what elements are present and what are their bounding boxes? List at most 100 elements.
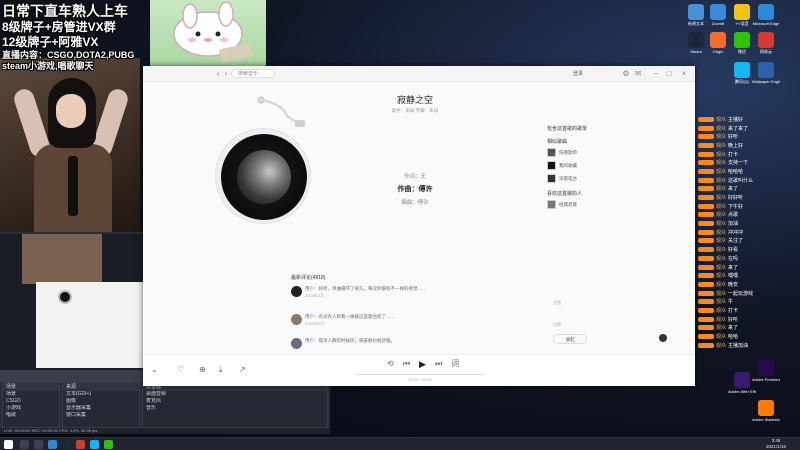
desktop-icon[interactable]: Adobe Premiere xyxy=(752,360,780,388)
obs-source-item[interactable]: 窗口采集 xyxy=(63,412,139,419)
qq-icon xyxy=(734,62,750,78)
desktop-icon[interactable]: Wallpaper Engine xyxy=(752,62,780,90)
desktop-icon-label: Microsoft Edge xyxy=(752,21,780,26)
chat-message: 观众 哈哈 xyxy=(698,332,800,341)
chat-text: 这歌叫什么 xyxy=(728,177,754,184)
chat-message: 观众 下午好 xyxy=(698,202,800,211)
chat-text: 来了 xyxy=(728,325,739,332)
obs-preview-webcam xyxy=(22,234,102,284)
close-icon[interactable]: × xyxy=(679,69,689,79)
zoom-icon xyxy=(710,4,726,20)
obs-source-item[interactable]: 文本(GDI+) xyxy=(63,391,139,398)
minimize-icon[interactable]: – xyxy=(651,69,661,79)
side-panel-item[interactable]: 经典老歌 xyxy=(547,198,657,211)
fan-badge-icon xyxy=(698,342,714,348)
fan-badge-icon xyxy=(698,307,714,313)
progress-track[interactable] xyxy=(355,374,485,375)
taskbar-item[interactable] xyxy=(34,440,43,449)
fan-badge-icon xyxy=(698,168,714,174)
chat-username: 观众 xyxy=(716,247,727,254)
chat-text: 点歌 xyxy=(728,212,739,219)
obs-mixer-track[interactable]: 麦克风 xyxy=(143,398,327,405)
collapse-chevron-icon[interactable]: ⌄ xyxy=(151,365,158,375)
chat-username: 观众 xyxy=(716,151,727,158)
desktop-icon[interactable]: 网易云 xyxy=(752,32,780,60)
download-icon[interactable]: ⤓ xyxy=(219,365,223,375)
playlist-thumb xyxy=(547,148,556,157)
lyrics-icon[interactable]: 词 xyxy=(451,359,459,369)
obs-mixer-track[interactable]: 桌面音频 xyxy=(143,391,327,398)
obs-source-item[interactable]: 显示器采集 xyxy=(63,405,139,412)
chat-text: 晚上好 xyxy=(728,142,744,149)
search-input[interactable]: 搜索音乐 xyxy=(231,69,275,78)
chat-message: 观众 在吗 xyxy=(698,254,800,263)
avatar[interactable] xyxy=(291,314,302,325)
user-avatar-icon[interactable] xyxy=(659,334,667,342)
add-icon[interactable]: ⊕ xyxy=(199,365,206,375)
chat-message: 观众 来了 xyxy=(698,185,800,194)
desktop-icon[interactable]: Adobe After Effects 2020 xyxy=(728,372,756,400)
desktop-icon[interactable]: Adobe Illustrator xyxy=(752,400,780,428)
comment-author[interactable]: 用户 xyxy=(305,338,314,343)
netease-music-icon xyxy=(758,32,774,48)
fan-badge-icon xyxy=(698,142,714,148)
wallpaper-engine-icon xyxy=(758,62,774,78)
obs-mixer-track[interactable]: 音乐 xyxy=(143,405,327,412)
side-panel-item[interactable]: 深夜电台 xyxy=(547,172,657,185)
next-icon[interactable]: ⏭ xyxy=(435,359,442,369)
taskbar-item[interactable] xyxy=(90,440,99,449)
taskbar-item[interactable] xyxy=(76,440,85,449)
comment-stats[interactable]: 点赞 xyxy=(553,322,561,328)
maximize-icon[interactable]: □ xyxy=(664,69,674,79)
collapse-button[interactable]: 收起 xyxy=(553,334,587,344)
origin-icon xyxy=(710,32,726,48)
obs-scene-item[interactable]: 小游戏 xyxy=(3,405,59,412)
fan-badge-icon xyxy=(698,247,714,253)
forward-arrow-icon[interactable]: › xyxy=(221,69,231,79)
chat-username: 观众 xyxy=(716,238,727,245)
like-icon[interactable]: ♡ xyxy=(177,365,184,375)
chat-username: 观众 xyxy=(716,134,727,141)
comment-author[interactable]: 用户 xyxy=(305,314,314,319)
obs-scene-item[interactable]: 唱歌 xyxy=(3,412,59,419)
taskbar-clock[interactable]: 3:46 2021/1/16 xyxy=(752,438,800,450)
comment-author[interactable]: 用户 xyxy=(305,286,314,291)
mail-icon[interactable]: ✉ xyxy=(633,69,643,79)
chat-username: 观众 xyxy=(716,290,727,297)
desktop-icon[interactable]: Microsoft Edge xyxy=(752,4,780,32)
taskbar-item[interactable] xyxy=(104,440,113,449)
previous-icon[interactable]: ⏮ xyxy=(403,359,410,369)
side-panel-item[interactable]: 我的收藏 xyxy=(547,159,657,172)
avatar[interactable] xyxy=(291,338,302,349)
avatar[interactable] xyxy=(291,286,302,297)
comment-text: 有没有人和我一样被这首歌治愈了…… xyxy=(318,314,396,319)
obs-source-item[interactable]: 图像 xyxy=(63,398,139,405)
start-icon[interactable] xyxy=(4,440,13,449)
settings-icon[interactable]: ⚙ xyxy=(621,69,631,79)
obs-scene-item[interactable]: 场景 xyxy=(3,391,59,398)
login-button[interactable]: 登录 xyxy=(573,69,583,79)
bunny-mascot-icon xyxy=(173,1,254,64)
steam-icon xyxy=(688,32,704,48)
taskbar-item[interactable] xyxy=(62,440,71,449)
obs-sources-dock: 来源 文本(GDI+) 图像 显示器采集 窗口采集 xyxy=(62,382,140,428)
after-effects-icon xyxy=(734,372,750,388)
chat-text: 在吗 xyxy=(728,255,739,262)
loop-icon[interactable]: ⟲ xyxy=(387,359,394,369)
comment-stats[interactable]: 点赞 xyxy=(553,300,561,306)
chat-username: 观众 xyxy=(716,116,727,123)
edge-icon xyxy=(758,4,774,20)
chat-username: 观众 xyxy=(716,299,727,306)
taskbar-item[interactable] xyxy=(20,440,29,449)
obs-scene-item[interactable]: CSGO xyxy=(3,398,59,405)
side-panel-item[interactable]: 伤感歌单 xyxy=(547,146,657,159)
chat-text: 加油 xyxy=(728,221,739,228)
chat-username: 观众 xyxy=(716,203,727,210)
illustrator-icon xyxy=(758,400,774,416)
chat-text: 主播好 xyxy=(728,116,744,123)
share-icon[interactable]: ↗ xyxy=(239,365,246,375)
yy-voice-icon xyxy=(734,4,750,20)
taskbar-item[interactable] xyxy=(48,440,57,449)
play-button[interactable]: ▶ xyxy=(419,359,426,369)
obs-preview[interactable] xyxy=(0,234,145,370)
